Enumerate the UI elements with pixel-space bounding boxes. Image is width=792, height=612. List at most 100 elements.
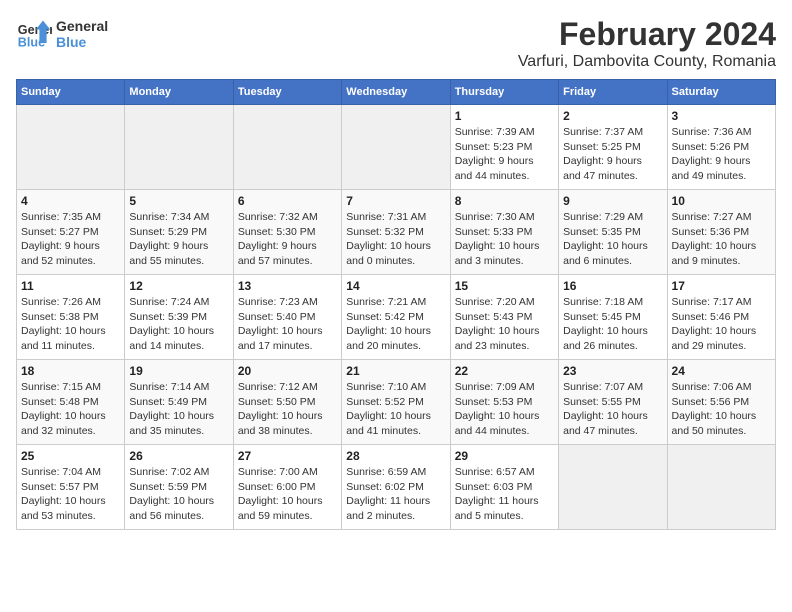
- logo-icon: General Blue: [16, 16, 52, 52]
- page-header: General Blue General Blue February 2024 …: [16, 16, 776, 71]
- day-number: 6: [238, 194, 337, 208]
- day-detail: Sunrise: 7:17 AM Sunset: 5:46 PM Dayligh…: [672, 295, 771, 354]
- day-detail: Sunrise: 7:39 AM Sunset: 5:23 PM Dayligh…: [455, 125, 554, 184]
- day-detail: Sunrise: 7:10 AM Sunset: 5:52 PM Dayligh…: [346, 380, 445, 439]
- calendar-cell: [667, 445, 775, 530]
- day-detail: Sunrise: 6:59 AM Sunset: 6:02 PM Dayligh…: [346, 465, 445, 524]
- calendar-cell: 19Sunrise: 7:14 AM Sunset: 5:49 PM Dayli…: [125, 360, 233, 445]
- day-detail: Sunrise: 7:12 AM Sunset: 5:50 PM Dayligh…: [238, 380, 337, 439]
- day-number: 12: [129, 279, 228, 293]
- calendar-cell: [342, 105, 450, 190]
- day-number: 8: [455, 194, 554, 208]
- calendar-cell: 24 Sunrise: 7:06 AM Sunset: 5:56 PM Dayli…: [667, 360, 775, 445]
- day-number: 25: [21, 449, 120, 463]
- weekday-header-row: SundayMondayTuesdayWednesdayThursdayFrid…: [17, 80, 776, 105]
- day-number: 5: [129, 194, 228, 208]
- day-number: 27: [238, 449, 337, 463]
- calendar-cell: 12 Sunrise: 7:24 AM Sunset: 5:39 PM Dayli…: [125, 275, 233, 360]
- day-number: 10: [672, 194, 771, 208]
- day-number: 11: [21, 279, 120, 293]
- day-number: 16: [563, 279, 662, 293]
- calendar-cell: 6 Sunrise: 7:32 AM Sunset: 5:30 PM Daylig…: [233, 190, 341, 275]
- day-detail: Sunrise: 7:07 AM Sunset: 5:55 PM Dayligh…: [563, 380, 662, 439]
- calendar-cell: 23Sunrise: 7:07 AM Sunset: 5:55 PM Dayli…: [559, 360, 667, 445]
- day-number: 14: [346, 279, 445, 293]
- calendar-cell: 29 Sunrise: 6:57 AM Sunset: 6:03 PM Dayli…: [450, 445, 558, 530]
- calendar-cell: 4 Sunrise: 7:35 AM Sunset: 5:27 PM Daylig…: [17, 190, 125, 275]
- logo-line1: General: [56, 18, 108, 34]
- logo-line2: Blue: [56, 34, 108, 50]
- day-detail: Sunrise: 7:23 AM Sunset: 5:40 PM Dayligh…: [238, 295, 337, 354]
- weekday-header-friday: Friday: [559, 80, 667, 105]
- day-number: 21: [346, 364, 445, 378]
- weekday-header-tuesday: Tuesday: [233, 80, 341, 105]
- day-detail: Sunrise: 7:31 AM Sunset: 5:32 PM Dayligh…: [346, 210, 445, 269]
- day-number: 20: [238, 364, 337, 378]
- day-detail: Sunrise: 7:36 AM Sunset: 5:26 PM Dayligh…: [672, 125, 771, 184]
- day-detail: Sunrise: 7:24 AM Sunset: 5:39 PM Dayligh…: [129, 295, 228, 354]
- calendar-cell: 21 Sunrise: 7:10 AM Sunset: 5:52 PM Dayli…: [342, 360, 450, 445]
- calendar-week-4: 18 Sunrise: 7:15 AM Sunset: 5:48 PM Dayli…: [17, 360, 776, 445]
- calendar-cell: 5 Sunrise: 7:34 AM Sunset: 5:29 PM Daylig…: [125, 190, 233, 275]
- day-detail: Sunrise: 7:04 AM Sunset: 5:57 PM Dayligh…: [21, 465, 120, 524]
- day-number: 3: [672, 109, 771, 123]
- day-detail: Sunrise: 7:29 AM Sunset: 5:35 PM Dayligh…: [563, 210, 662, 269]
- day-detail: Sunrise: 7:26 AM Sunset: 5:38 PM Dayligh…: [21, 295, 120, 354]
- weekday-header-monday: Monday: [125, 80, 233, 105]
- calendar-cell: 10 Sunrise: 7:27 AM Sunset: 5:36 PM Dayli…: [667, 190, 775, 275]
- day-number: 4: [21, 194, 120, 208]
- calendar-cell: 18 Sunrise: 7:15 AM Sunset: 5:48 PM Dayli…: [17, 360, 125, 445]
- calendar-cell: 8 Sunrise: 7:30 AM Sunset: 5:33 PM Daylig…: [450, 190, 558, 275]
- title-block: February 2024 Varfuri, Dambovita County,…: [518, 16, 776, 71]
- calendar-cell: 15Sunrise: 7:20 AM Sunset: 5:43 PM Dayli…: [450, 275, 558, 360]
- calendar-table: SundayMondayTuesdayWednesdayThursdayFrid…: [16, 79, 776, 530]
- day-detail: Sunrise: 7:15 AM Sunset: 5:48 PM Dayligh…: [21, 380, 120, 439]
- calendar-week-5: 25 Sunrise: 7:04 AM Sunset: 5:57 PM Dayli…: [17, 445, 776, 530]
- calendar-cell: 2Sunrise: 7:37 AM Sunset: 5:25 PM Daylig…: [559, 105, 667, 190]
- day-detail: Sunrise: 7:14 AM Sunset: 5:49 PM Dayligh…: [129, 380, 228, 439]
- day-number: 24: [672, 364, 771, 378]
- day-number: 1: [455, 109, 554, 123]
- calendar-body: 1 Sunrise: 7:39 AM Sunset: 5:23 PM Daylig…: [17, 105, 776, 530]
- day-detail: Sunrise: 7:35 AM Sunset: 5:27 PM Dayligh…: [21, 210, 120, 269]
- day-number: 2: [563, 109, 662, 123]
- day-detail: Sunrise: 6:57 AM Sunset: 6:03 PM Dayligh…: [455, 465, 554, 524]
- weekday-header-wednesday: Wednesday: [342, 80, 450, 105]
- calendar-cell: 27 Sunrise: 7:00 AM Sunset: 6:00 PM Dayli…: [233, 445, 341, 530]
- day-detail: Sunrise: 7:30 AM Sunset: 5:33 PM Dayligh…: [455, 210, 554, 269]
- day-detail: Sunrise: 7:09 AM Sunset: 5:53 PM Dayligh…: [455, 380, 554, 439]
- calendar-cell: [233, 105, 341, 190]
- calendar-cell: 9 Sunrise: 7:29 AM Sunset: 5:35 PM Daylig…: [559, 190, 667, 275]
- calendar-cell: 25 Sunrise: 7:04 AM Sunset: 5:57 PM Dayli…: [17, 445, 125, 530]
- calendar-cell: 14 Sunrise: 7:21 AM Sunset: 5:42 PM Dayli…: [342, 275, 450, 360]
- calendar-cell: 1 Sunrise: 7:39 AM Sunset: 5:23 PM Daylig…: [450, 105, 558, 190]
- day-number: 9: [563, 194, 662, 208]
- weekday-header-saturday: Saturday: [667, 80, 775, 105]
- weekday-header-thursday: Thursday: [450, 80, 558, 105]
- calendar-cell: [17, 105, 125, 190]
- calendar-cell: 20 Sunrise: 7:12 AM Sunset: 5:50 PM Dayli…: [233, 360, 341, 445]
- day-detail: Sunrise: 7:34 AM Sunset: 5:29 PM Dayligh…: [129, 210, 228, 269]
- day-number: 29: [455, 449, 554, 463]
- day-number: 7: [346, 194, 445, 208]
- calendar-cell: [125, 105, 233, 190]
- day-detail: Sunrise: 7:02 AM Sunset: 5:59 PM Dayligh…: [129, 465, 228, 524]
- calendar-cell: 26 Sunrise: 7:02 AM Sunset: 5:59 PM Dayli…: [125, 445, 233, 530]
- day-number: 26: [129, 449, 228, 463]
- day-number: 28: [346, 449, 445, 463]
- calendar-cell: [559, 445, 667, 530]
- day-number: 13: [238, 279, 337, 293]
- logo: General Blue General Blue: [16, 16, 108, 52]
- day-detail: Sunrise: 7:00 AM Sunset: 6:00 PM Dayligh…: [238, 465, 337, 524]
- day-number: 17: [672, 279, 771, 293]
- calendar-cell: 13 Sunrise: 7:23 AM Sunset: 5:40 PM Dayli…: [233, 275, 341, 360]
- day-detail: Sunrise: 7:21 AM Sunset: 5:42 PM Dayligh…: [346, 295, 445, 354]
- day-detail: Sunrise: 7:27 AM Sunset: 5:36 PM Dayligh…: [672, 210, 771, 269]
- day-detail: Sunrise: 7:18 AM Sunset: 5:45 PM Dayligh…: [563, 295, 662, 354]
- calendar-cell: 22Sunrise: 7:09 AM Sunset: 5:53 PM Dayli…: [450, 360, 558, 445]
- weekday-header-sunday: Sunday: [17, 80, 125, 105]
- day-number: 18: [21, 364, 120, 378]
- calendar-subtitle: Varfuri, Dambovita County, Romania: [518, 53, 776, 71]
- day-detail: Sunrise: 7:06 AM Sunset: 5:56 PM Dayligh…: [672, 380, 771, 439]
- day-detail: Sunrise: 7:32 AM Sunset: 5:30 PM Dayligh…: [238, 210, 337, 269]
